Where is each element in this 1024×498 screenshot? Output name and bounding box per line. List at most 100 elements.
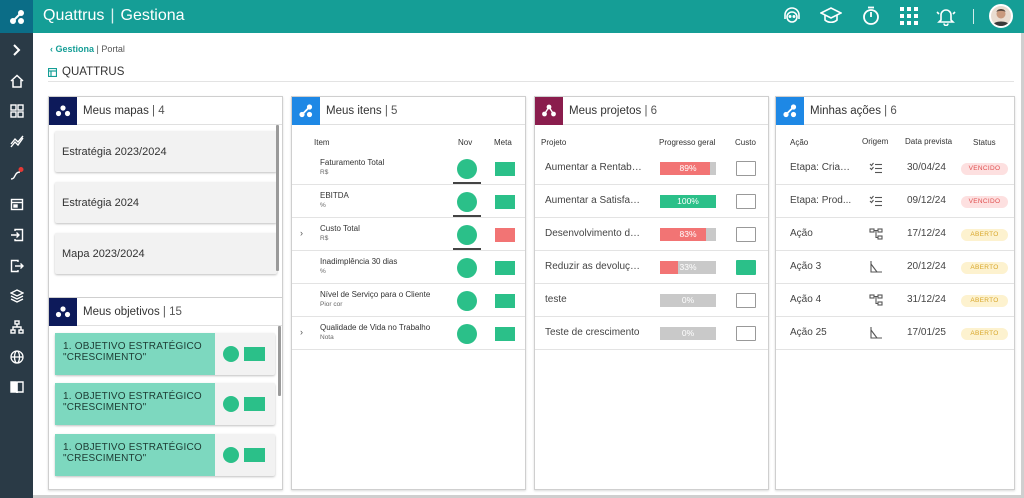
calendar-icon[interactable] (0, 191, 33, 217)
items-header: Meus itens | 5 (292, 97, 525, 125)
top-bar: Quattrus | Gestiona (0, 0, 1024, 33)
col-date: Data prevista (905, 137, 953, 146)
page-title: QUATTRUS (48, 66, 124, 78)
objective-label: 1. OBJETIVO ESTRATÉGICO "CRESCIMENTO" (55, 333, 215, 375)
objective-label-line: 1. OBJETIVO ESTRATÉGICO (63, 442, 202, 453)
topbar-divider (973, 9, 974, 24)
status-badge: ABERTO (961, 328, 1008, 340)
item-name: Custo Total (320, 224, 360, 233)
objectives-scrollbar[interactable] (278, 326, 281, 396)
progress-label: 100% (677, 196, 699, 206)
home-icon[interactable] (0, 68, 33, 94)
actions-badge-icon (776, 97, 804, 125)
progress-label: 83% (679, 229, 697, 239)
apps-grid-icon[interactable] (898, 5, 920, 27)
cost-indicator (736, 326, 756, 341)
chart-icon (869, 326, 883, 340)
project-row[interactable]: Aumentar a Rentabil... 89% (535, 152, 768, 185)
map-card[interactable]: Estratégia 2024 (55, 182, 277, 223)
map-card[interactable]: Estratégia 2023/2024 (55, 131, 277, 172)
support-icon[interactable] (781, 5, 803, 27)
project-name: Teste de crescimento (545, 327, 640, 338)
breadcrumb-parent[interactable]: Gestiona (56, 44, 95, 54)
objectives-title: Meus objetivos | 15 (83, 306, 182, 318)
hierarchy-icon[interactable] (0, 314, 33, 340)
status-badge: ABERTO (961, 229, 1008, 241)
project-row[interactable]: Reduzir as devoluçõ... 33% (535, 251, 768, 284)
expand-chevron-icon[interactable]: › (300, 327, 303, 337)
hierarchy-icon (869, 227, 883, 241)
col-nov: Nov (458, 138, 473, 147)
items-panel: Meus itens | 5 Item Nov Meta Faturamento… (291, 96, 526, 490)
projects-title: Meus projetos | 6 (569, 105, 657, 117)
meta-status-square (495, 228, 515, 242)
nov-status-dot (457, 159, 477, 179)
item-row[interactable]: Faturamento Total R$ (292, 152, 525, 185)
breadcrumb-back-icon[interactable]: ‹ (50, 44, 53, 54)
objective-card[interactable]: 1. OBJETIVO ESTRATÉGICO "CRESCIMENTO" (55, 383, 275, 425)
login-icon[interactable] (0, 222, 33, 248)
maps-title: Meus mapas | 4 (83, 105, 165, 117)
action-name: Ação 25 (790, 327, 827, 338)
cost-indicator (736, 293, 756, 308)
objective-label-line: "CRESCIMENTO" (63, 402, 147, 413)
graduation-cap-icon[interactable] (820, 5, 842, 27)
item-row[interactable]: › Qualidade de Vida no Trabalho Nota (292, 317, 525, 350)
item-row[interactable]: Inadimplência 30 dias% (292, 251, 525, 284)
user-avatar[interactable] (989, 4, 1013, 28)
globe-icon[interactable] (0, 344, 33, 370)
objective-card[interactable]: 1. OBJETIVO ESTRATÉGICO "CRESCIMENTO" (55, 333, 275, 375)
action-row[interactable]: Ação 4 31/12/24 ABERTO (776, 284, 1014, 317)
hierarchy-icon (869, 293, 883, 307)
objective-card[interactable]: 1. OBJETIVO ESTRATÉGICO "CRESCIMENTO" (55, 434, 275, 476)
book-icon[interactable] (0, 374, 33, 400)
action-row[interactable]: Ação 3 20/12/24 ABERTO (776, 251, 1014, 284)
action-row[interactable]: Ação 25 17/01/25 ABERTO (776, 317, 1014, 350)
action-row[interactable]: Etapa: Criaç... 30/04/24 VENCIDO (776, 152, 1014, 185)
project-name: Desenvolvimento de... (545, 228, 643, 239)
action-row[interactable]: Ação 17/12/24 ABERTO (776, 218, 1014, 251)
item-unit: % (320, 202, 326, 209)
maps-scrollbar[interactable] (276, 125, 279, 271)
projects-count-separator: | (644, 104, 648, 117)
col-origin: Origem (862, 137, 889, 146)
action-name: Etapa: Criaç... (790, 162, 852, 173)
project-row[interactable]: Desenvolvimento de... 83% (535, 218, 768, 251)
projects-badge-icon (535, 97, 563, 125)
project-row[interactable]: teste 0% (535, 284, 768, 317)
stopwatch-icon[interactable] (860, 5, 882, 27)
action-row[interactable]: Etapa: Prod... 09/12/24 VENCIDO (776, 185, 1014, 218)
action-date: 17/12/24 (907, 228, 946, 239)
expand-chevron-icon[interactable] (0, 37, 33, 63)
routes-icon[interactable] (0, 160, 33, 186)
meta-status-square (495, 261, 515, 275)
objective-label-line: "CRESCIMENTO" (63, 453, 147, 464)
item-row[interactable]: › Custo Total R$ (292, 218, 525, 251)
col-meta: Meta (494, 138, 512, 147)
project-row[interactable]: Teste de crescimento 0% (535, 317, 768, 350)
objective-status-square (244, 448, 265, 462)
actions-title: Minhas ações | 6 (810, 105, 897, 117)
progress-bar: 0% (660, 294, 716, 307)
layers-icon[interactable] (0, 283, 33, 309)
item-row[interactable]: Nível de Serviço para o Cliente Pior cor (292, 284, 525, 317)
meta-status-square (495, 195, 515, 209)
bell-icon[interactable] (935, 5, 957, 27)
status-badge: ABERTO (961, 262, 1008, 274)
item-name: Qualidade de Vida no Trabalho (320, 323, 431, 332)
item-row[interactable]: EBITDA% (292, 185, 525, 218)
dashboard-icon[interactable] (0, 98, 33, 124)
app-logo-icon[interactable] (0, 0, 33, 33)
map-card[interactable]: Mapa 2023/2024 (55, 233, 277, 274)
expand-chevron-icon[interactable]: › (300, 228, 303, 238)
checklist-icon (869, 161, 883, 175)
project-row[interactable]: Aumentar a Satisfaç... 100% (535, 185, 768, 218)
export-icon[interactable] (0, 253, 33, 279)
maps-header: Meus mapas | 4 (49, 97, 282, 125)
brand-name: Quattrus (43, 7, 105, 24)
nov-underline (453, 248, 481, 250)
checklist-icon (869, 194, 883, 208)
action-date: 31/12/24 (907, 294, 946, 305)
title-divider (48, 81, 1014, 82)
trend-icon[interactable] (0, 129, 33, 155)
